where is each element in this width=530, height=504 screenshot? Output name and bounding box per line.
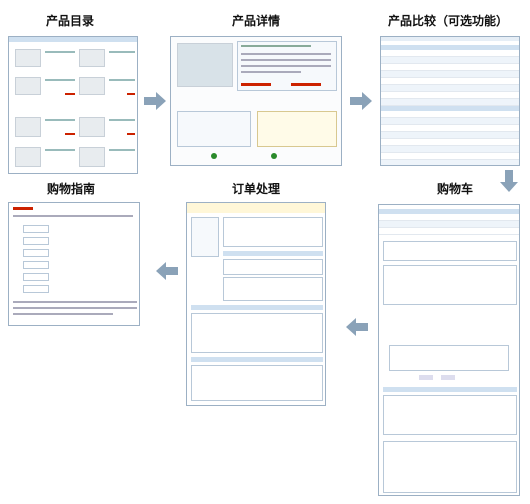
step-title-cart: 购物车 <box>437 182 474 196</box>
product-thumbnail <box>15 147 41 167</box>
product-thumbnail <box>79 49 105 67</box>
product-thumbnail <box>79 117 105 137</box>
arrow-left-icon <box>156 262 178 280</box>
product-thumbnail <box>15 117 41 137</box>
step-title-detail: 产品详情 <box>232 14 281 28</box>
cart-screenshot <box>378 204 520 496</box>
arrow-down-icon <box>500 170 518 192</box>
detail-screenshot <box>170 36 342 166</box>
arrow-right-icon <box>144 92 166 110</box>
catalog-screenshot <box>8 36 138 174</box>
product-thumbnail <box>15 49 41 67</box>
product-image <box>177 43 233 87</box>
arrow-left-icon <box>346 318 368 336</box>
arrow-right-icon <box>350 92 372 110</box>
step-title-catalog: 产品目录 <box>46 14 95 28</box>
step-title-compare: 产品比较（可选功能） <box>388 14 509 28</box>
step-title-guide: 购物指南 <box>47 182 96 196</box>
guide-screenshot <box>8 202 140 326</box>
step-title-order: 订单处理 <box>232 182 281 196</box>
compare-screenshot <box>380 36 520 166</box>
order-screenshot <box>186 202 326 406</box>
product-thumbnail <box>79 147 105 167</box>
product-thumbnail <box>79 77 105 95</box>
product-thumbnail <box>15 77 41 95</box>
